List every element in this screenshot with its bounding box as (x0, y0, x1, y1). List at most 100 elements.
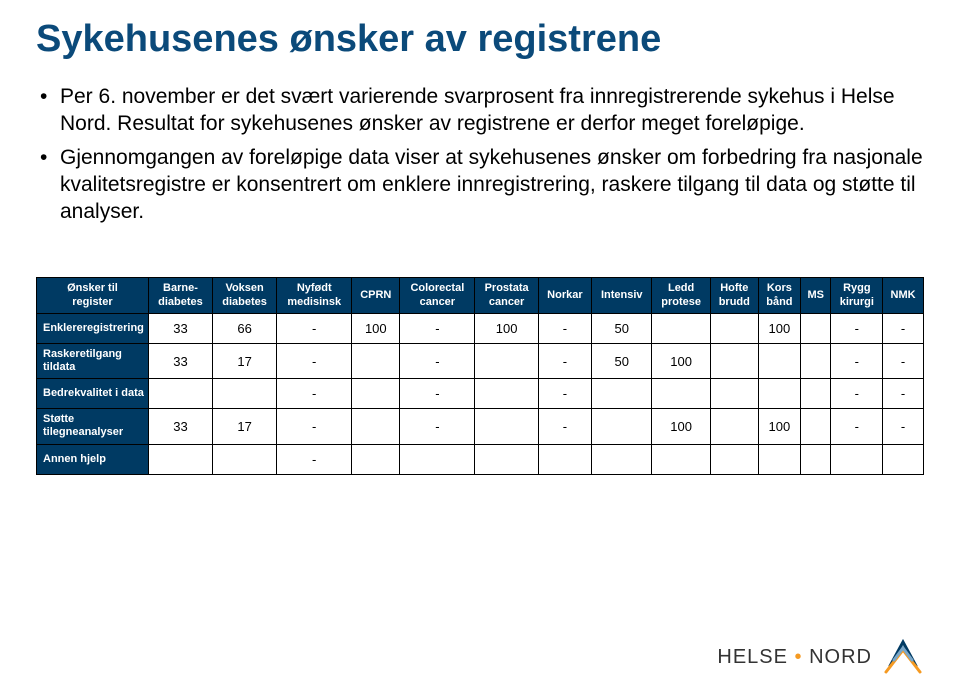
table-cell (148, 444, 212, 474)
table-cell: - (400, 313, 475, 343)
slide: Sykehusenes ønsker av registrene Per 6. … (0, 0, 960, 694)
table-cell (710, 379, 758, 409)
table-row: Raskeretilgang tildata 33 17 - - - 50 10… (37, 343, 924, 378)
table-cell: - (400, 343, 475, 378)
table-header-row: Ønsker tilregister Barne-diabetes Voksen… (37, 278, 924, 313)
table-cell: 100 (652, 409, 710, 444)
table-cell: 100 (652, 343, 710, 378)
table-cell (710, 444, 758, 474)
table-row: Annen hjelp - (37, 444, 924, 474)
table-cell: 50 (591, 343, 651, 378)
table-cell (400, 444, 475, 474)
col-header: MS (800, 278, 830, 313)
table-cell (352, 444, 400, 474)
table-row: Bedrekvalitet i data - - - - - (37, 379, 924, 409)
table-cell: - (883, 343, 924, 378)
table-cell: 33 (148, 409, 212, 444)
table-cell: 33 (148, 313, 212, 343)
row-header: Raskeretilgang tildata (37, 343, 149, 378)
table-cell (213, 379, 277, 409)
row-header: Enklereregistrering (37, 313, 149, 343)
table-cell: 100 (475, 313, 538, 343)
table-cell: 66 (213, 313, 277, 343)
table-cell (538, 444, 591, 474)
table-cell: - (277, 343, 352, 378)
col-header: Nyfødtmedisinsk (277, 278, 352, 313)
table-cell (652, 444, 710, 474)
table-cell: - (538, 343, 591, 378)
table-cell (831, 444, 883, 474)
table-cell: 17 (213, 409, 277, 444)
table-row: Støtte tilegneanalyser 33 17 - - - 100 1… (37, 409, 924, 444)
col-header: Leddprotese (652, 278, 710, 313)
table-cell: - (831, 313, 883, 343)
brand-text: HELSE • NORD (717, 646, 872, 669)
col-header: Ønsker tilregister (37, 278, 149, 313)
table-cell: - (831, 343, 883, 378)
table-cell (652, 313, 710, 343)
col-header: CPRN (352, 278, 400, 313)
table-cell: - (831, 409, 883, 444)
slide-title: Sykehusenes ønsker av registrene (36, 18, 924, 61)
brand-logo: HELSE • NORD (717, 636, 924, 678)
table-cell: 33 (148, 343, 212, 378)
table-cell (800, 409, 830, 444)
table-cell: - (538, 313, 591, 343)
table-cell (475, 379, 538, 409)
table-cell: - (277, 313, 352, 343)
table-cell: - (277, 379, 352, 409)
bullet-item: Gjennomgangen av foreløpige data viser a… (36, 144, 924, 226)
row-header: Annen hjelp (37, 444, 149, 474)
col-header: Korsbånd (758, 278, 800, 313)
col-header: Ryggkirurgi (831, 278, 883, 313)
table-cell (352, 409, 400, 444)
table-cell (475, 444, 538, 474)
col-header: Prostatacancer (475, 278, 538, 313)
table-cell: 100 (758, 313, 800, 343)
table-cell (710, 343, 758, 378)
table-cell: - (538, 379, 591, 409)
table-cell (800, 313, 830, 343)
table-cell (758, 379, 800, 409)
bullet-item: Per 6. november er det svært varierende … (36, 83, 924, 138)
table-row: Enklereregistrering 33 66 - 100 - 100 - … (37, 313, 924, 343)
col-header: Hoftebrudd (710, 278, 758, 313)
table-cell (352, 343, 400, 378)
data-table-wrap: Ønsker tilregister Barne-diabetes Voksen… (36, 277, 924, 474)
table-cell (800, 343, 830, 378)
table-cell (591, 444, 651, 474)
table-cell: - (883, 379, 924, 409)
bullet-list: Per 6. november er det svært varierende … (36, 83, 924, 225)
col-header: Colorectalcancer (400, 278, 475, 313)
table-cell: - (538, 409, 591, 444)
table-cell: - (277, 409, 352, 444)
table-cell (213, 444, 277, 474)
row-header: Bedrekvalitet i data (37, 379, 149, 409)
table-cell: - (883, 409, 924, 444)
table-cell (352, 379, 400, 409)
table-cell: 100 (352, 313, 400, 343)
table-cell (758, 343, 800, 378)
table-cell (591, 409, 651, 444)
col-header: Intensiv (591, 278, 651, 313)
data-table: Ønsker tilregister Barne-diabetes Voksen… (36, 277, 924, 474)
table-cell (475, 343, 538, 378)
row-header: Støtte tilegneanalyser (37, 409, 149, 444)
col-header: Norkar (538, 278, 591, 313)
table-cell (475, 409, 538, 444)
table-cell: 17 (213, 343, 277, 378)
col-header: Voksendiabetes (213, 278, 277, 313)
col-header: NMK (883, 278, 924, 313)
table-cell (710, 313, 758, 343)
table-cell: - (400, 409, 475, 444)
table-cell: - (400, 379, 475, 409)
table-cell (710, 409, 758, 444)
table-cell: 100 (758, 409, 800, 444)
table-cell (800, 379, 830, 409)
table-cell (800, 444, 830, 474)
table-cell (758, 444, 800, 474)
brand-mark-icon (882, 636, 924, 678)
table-cell (883, 444, 924, 474)
table-cell (148, 379, 212, 409)
table-cell: - (831, 379, 883, 409)
